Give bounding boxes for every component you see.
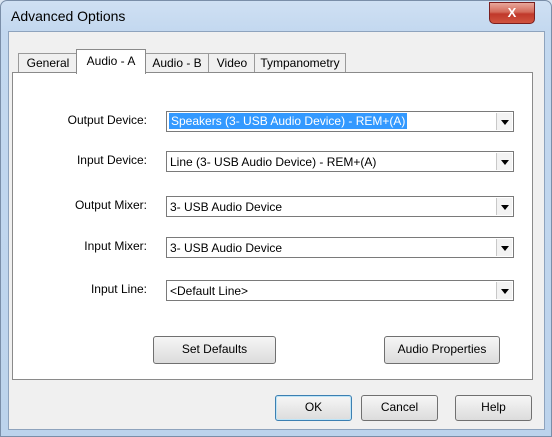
output-device-value: Speakers (3- USB Audio Device) - REM+(A)	[169, 113, 408, 129]
close-icon: X	[507, 5, 517, 20]
tab-label: Tympanometry	[260, 56, 340, 70]
input-mixer-select[interactable]: 3- USB Audio Device	[166, 237, 514, 258]
tab-label: General	[26, 56, 70, 70]
output-mixer-select[interactable]: 3- USB Audio Device	[166, 196, 514, 217]
output-device-select[interactable]: Speakers (3- USB Audio Device) - REM+(A)	[166, 111, 514, 132]
input-line-value: <Default Line>	[170, 284, 249, 298]
set-defaults-button[interactable]: Set Defaults	[153, 336, 276, 364]
tab-audio-a[interactable]: Audio - A	[76, 49, 146, 74]
input-device-value: Line (3- USB Audio Device) - REM+(A)	[170, 155, 377, 169]
input-device-select[interactable]: Line (3- USB Audio Device) - REM+(A)	[166, 151, 514, 172]
title-bar[interactable]: Advanced Options X	[1, 1, 551, 31]
input-line-select[interactable]: <Default Line>	[166, 280, 514, 301]
tab-general[interactable]: General	[18, 53, 78, 73]
help-button[interactable]: Help	[455, 395, 532, 421]
cancel-button[interactable]: Cancel	[361, 395, 438, 421]
output-mixer-label: Output Mixer:	[74, 198, 147, 212]
chevron-down-icon[interactable]	[496, 239, 512, 256]
output-mixer-value: 3- USB Audio Device	[170, 200, 283, 214]
input-mixer-value: 3- USB Audio Device	[170, 241, 283, 255]
output-device-label: Output Device:	[67, 113, 147, 127]
tab-video[interactable]: Video	[208, 53, 256, 73]
chevron-down-icon[interactable]	[496, 198, 512, 215]
close-button[interactable]: X	[489, 2, 535, 24]
input-device-label: Input Device:	[76, 153, 147, 167]
chevron-down-icon[interactable]	[496, 113, 512, 130]
chevron-down-icon[interactable]	[496, 282, 512, 299]
audio-properties-button[interactable]: Audio Properties	[384, 336, 500, 364]
tab-label: Audio - A	[86, 54, 136, 68]
tab-tympanometry[interactable]: Tympanometry	[254, 53, 346, 73]
tab-audio-b[interactable]: Audio - B	[144, 53, 210, 73]
tab-label: Audio - B	[152, 56, 202, 70]
tab-label: Video	[216, 56, 248, 70]
window-title: Advanced Options	[11, 8, 126, 24]
chevron-down-icon[interactable]	[496, 153, 512, 170]
input-line-label: Input Line:	[90, 282, 147, 296]
ok-button[interactable]: OK	[275, 395, 352, 421]
input-mixer-label: Input Mixer:	[84, 239, 147, 253]
audio-a-panel: Output Device: Speakers (3- USB Audio De…	[12, 72, 533, 380]
